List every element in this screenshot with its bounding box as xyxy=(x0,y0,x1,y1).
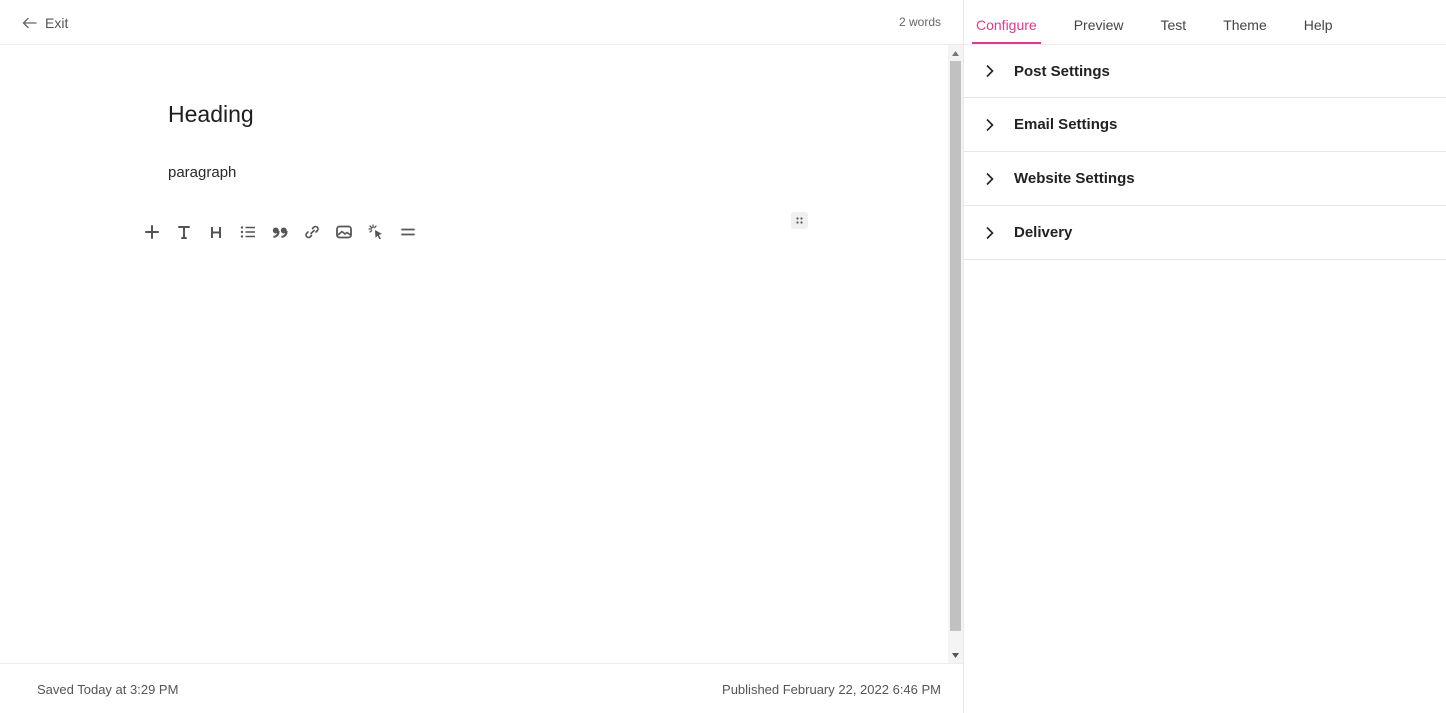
quote-icon xyxy=(272,227,288,238)
list-icon xyxy=(240,226,255,238)
add-block-button[interactable] xyxy=(142,221,162,243)
quote-block-button[interactable] xyxy=(270,221,290,243)
saved-status: Saved Today at 3:29 PM xyxy=(37,682,179,697)
triangle-up-icon xyxy=(952,50,959,56)
tab-theme[interactable]: Theme xyxy=(1223,0,1267,45)
settings-accordion: Post Settings Email Settings Website Set… xyxy=(964,45,1446,260)
text-block-button[interactable] xyxy=(174,221,194,243)
drag-handle[interactable] xyxy=(791,212,808,229)
tab-preview[interactable]: Preview xyxy=(1074,0,1124,45)
settings-tabs: Configure Preview Test Theme Help xyxy=(964,0,1446,45)
link-block-button[interactable] xyxy=(302,221,322,243)
chevron-right-icon xyxy=(986,172,994,185)
heading-icon xyxy=(211,227,221,238)
scroll-down-button[interactable] xyxy=(948,647,963,663)
editor-scrollbar[interactable] xyxy=(948,45,963,663)
section-website-settings[interactable]: Website Settings xyxy=(964,152,1446,206)
tab-help[interactable]: Help xyxy=(1304,0,1333,45)
section-label: Website Settings xyxy=(1014,170,1135,187)
chevron-right-icon xyxy=(986,118,994,131)
section-post-settings[interactable]: Post Settings xyxy=(964,45,1446,98)
settings-panel: Configure Preview Test Theme Help Post S… xyxy=(964,0,1446,713)
text-icon xyxy=(178,226,190,239)
link-icon xyxy=(305,225,319,239)
tab-test[interactable]: Test xyxy=(1161,0,1187,45)
section-delivery[interactable]: Delivery xyxy=(964,206,1446,260)
published-status: Published February 22, 2022 6:46 PM xyxy=(722,682,941,697)
heading-block-button[interactable] xyxy=(206,221,226,243)
word-count: 2 words xyxy=(898,15,941,29)
divider-block-button[interactable] xyxy=(398,221,418,243)
chevron-right-icon xyxy=(986,226,994,239)
document-paragraph[interactable]: paragraph xyxy=(168,164,236,181)
triangle-down-icon xyxy=(952,652,959,658)
divider-icon xyxy=(401,228,415,236)
tab-configure[interactable]: Configure xyxy=(972,0,1041,45)
arrow-left-icon xyxy=(22,17,37,29)
cursor-click-icon xyxy=(368,224,382,240)
section-label: Delivery xyxy=(1014,224,1073,241)
exit-label: Exit xyxy=(45,15,69,31)
block-insert-toolbar xyxy=(142,221,418,243)
plus-icon xyxy=(145,225,159,239)
button-block-button[interactable] xyxy=(366,221,386,243)
editor-footer: Saved Today at 3:29 PM Published Februar… xyxy=(0,663,963,713)
section-label: Post Settings xyxy=(1014,62,1110,80)
section-label: Email Settings xyxy=(1014,116,1118,133)
list-block-button[interactable] xyxy=(238,221,258,243)
exit-button[interactable]: Exit xyxy=(22,13,68,33)
editor-topbar: Exit 2 words xyxy=(0,0,963,45)
scroll-thumb[interactable] xyxy=(950,61,961,631)
section-email-settings[interactable]: Email Settings xyxy=(964,98,1446,152)
editor-canvas[interactable]: Heading paragraph xyxy=(0,45,948,663)
document-heading[interactable]: Heading xyxy=(168,101,254,128)
editor-pane: Exit 2 words Heading paragraph Saved Tod… xyxy=(0,0,964,713)
app-root: Exit 2 words Heading paragraph Saved Tod… xyxy=(0,0,1446,713)
chevron-right-icon xyxy=(986,64,994,78)
image-icon xyxy=(336,225,352,239)
scroll-up-button[interactable] xyxy=(948,45,963,61)
drag-dots-icon xyxy=(796,217,803,224)
image-block-button[interactable] xyxy=(334,221,354,243)
